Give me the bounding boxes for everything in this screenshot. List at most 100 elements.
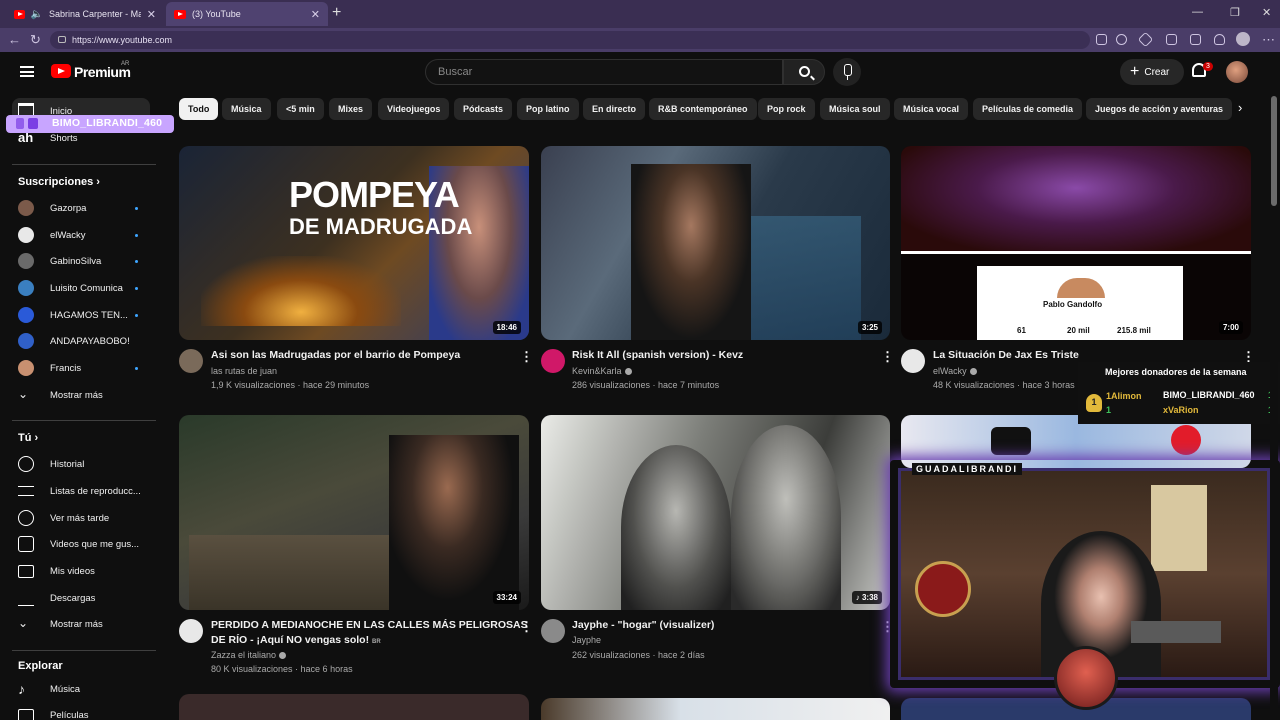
scrollbar-thumb[interactable] [1271, 96, 1277, 206]
chip-juegos-accion[interactable]: Juegos de acción y aventuras [1086, 98, 1233, 120]
channel-name[interactable]: Zazza el italiano [211, 648, 287, 663]
divider [12, 650, 156, 651]
sidebar-item-gazorpa[interactable]: Gazorpa [12, 195, 150, 221]
download-icon [18, 590, 34, 606]
create-button[interactable]: + Crear [1120, 59, 1184, 85]
chip-videojuegos[interactable]: Videojuegos [378, 98, 450, 120]
video-thumbnail[interactable] [179, 694, 529, 720]
account-avatar[interactable] [1226, 61, 1248, 83]
apps-icon[interactable] [1096, 34, 1107, 45]
sidebar-item-my-videos[interactable]: Mis videos [12, 558, 150, 584]
sidebar-item-movies[interactable]: Películas [12, 702, 150, 720]
channel-name[interactable]: Kevin&Karla [572, 364, 632, 379]
channel-avatar [18, 200, 34, 216]
video-title[interactable]: Asi son las Madrugadas por el barrio de … [211, 348, 460, 363]
video-title[interactable]: PERDIDO A MEDIANOCHE EN LAS CALLES MÁS P… [211, 618, 528, 650]
video-title[interactable]: Risk It All (spanish version) - Kevz [572, 348, 743, 363]
channel-name[interactable]: elWacky [933, 364, 977, 379]
channel-name[interactable]: las rutas de juan [211, 364, 277, 379]
browser-profile-avatar[interactable] [1236, 32, 1250, 46]
channel-avatar[interactable] [541, 349, 565, 373]
youtube-masthead: Premium AR Buscar + Crear 3 [4, 52, 1280, 92]
chip-mixes[interactable]: Mixes [329, 98, 373, 120]
close-tab-icon[interactable]: ✕ [147, 8, 156, 21]
sidebar-item-label: Música [50, 683, 81, 695]
sidebar-item-andapayabobo[interactable]: ANDAPAYABOBO! [12, 328, 150, 354]
you-heading[interactable]: Tú › [18, 432, 38, 444]
channel-avatar[interactable] [179, 349, 203, 373]
video-thumbnail[interactable] [541, 698, 890, 720]
watch-later-icon [18, 510, 34, 526]
favorite-star-icon[interactable] [1137, 31, 1154, 48]
browser-essentials-icon[interactable] [1214, 34, 1225, 45]
favorites-icon[interactable] [1190, 34, 1201, 45]
chip-rnb[interactable]: R&B contemporáneo [649, 98, 757, 120]
sidebar-item-label: Mis videos [50, 565, 95, 577]
sidebar-item-elwacky[interactable]: elWacky [12, 222, 150, 248]
channel-avatar[interactable] [541, 619, 565, 643]
music-icon: ♪ [855, 593, 860, 602]
video-thumbnail[interactable]: 33:24 [179, 415, 529, 610]
extensions-icon[interactable] [1166, 34, 1177, 45]
channel-name[interactable]: Jayphe [572, 633, 601, 648]
back-icon[interactable]: ← [8, 32, 21, 47]
more-actions-icon[interactable] [520, 349, 533, 365]
video-thumbnail[interactable]: Pablo Gandolfo 61 20 mil 215.8 mil 7:00 [901, 146, 1251, 340]
video-title[interactable]: Jayphe - "hogar" (visualizer) [572, 618, 714, 633]
menu-icon[interactable] [20, 66, 34, 77]
video-thumbnail[interactable]: ♪ 3:38 [541, 415, 890, 610]
my-videos-icon [18, 564, 34, 578]
search-input[interactable]: Buscar [425, 59, 783, 85]
new-tab-button[interactable]: + [332, 4, 341, 22]
chip-podcasts[interactable]: Pódcasts [454, 98, 513, 120]
voice-search-button[interactable] [833, 58, 861, 86]
subscriptions-heading[interactable]: Suscripciones › [18, 176, 100, 188]
chip-musica[interactable]: Música [222, 98, 271, 120]
chip-todo[interactable]: Todo [179, 98, 219, 120]
close-window-icon[interactable]: ✕ [1262, 6, 1271, 19]
sidebar-item-luisito-comunica[interactable]: Luisito Comunica [12, 275, 150, 301]
sidebar-item-hagamos-ten[interactable]: HAGAMOS TEN... [12, 302, 150, 328]
close-tab-icon[interactable]: ✕ [311, 8, 320, 21]
sidebar-item-downloads[interactable]: Descargas [12, 585, 150, 611]
chip-pop-latino[interactable]: Pop latino [517, 98, 579, 120]
channel-avatar[interactable] [901, 349, 925, 373]
more-actions-icon[interactable] [520, 619, 533, 635]
maximize-icon[interactable]: ❐ [1230, 6, 1240, 19]
sidebar-item-playlists[interactable]: Listas de reproducc... [12, 478, 150, 504]
chip-under-5-min[interactable]: <5 min [277, 98, 324, 120]
video-thumbnail[interactable]: POMPEYA DE MADRUGADA 18:46 [179, 146, 529, 340]
chip-en-directo[interactable]: En directo [583, 98, 646, 120]
site-info-icon[interactable] [58, 36, 66, 43]
browser-tab-music[interactable]: 🔈 Sabrina Carpenter - Manchild ✕ [6, 2, 164, 26]
youtube-logo-icon[interactable] [51, 64, 71, 78]
sidebar-show-more-you[interactable]: ⌄ Mostrar más [12, 611, 150, 637]
search-button[interactable] [783, 59, 825, 85]
reload-icon[interactable]: ↻ [30, 32, 41, 48]
sidebar-show-more-subs[interactable]: ⌄ Mostrar más [12, 382, 150, 408]
sidebar-item-watch-later[interactable]: Ver más tarde [12, 505, 150, 531]
chip-musica-soul[interactable]: Música soul [820, 98, 890, 120]
sidebar-item-francis[interactable]: Francis [12, 355, 150, 381]
sidebar-item-music[interactable]: ♪ Música [12, 676, 150, 702]
video-thumbnail[interactable]: 3:25 [541, 146, 890, 340]
sidebar-item-gabinosilva[interactable]: GabinoSilva [12, 248, 150, 274]
new-content-dot [135, 366, 138, 370]
sidebar-item-liked-videos[interactable]: Videos que me gus... [12, 531, 150, 557]
more-actions-icon[interactable] [881, 349, 894, 365]
minimize-icon[interactable]: — [1192, 6, 1203, 18]
read-aloud-icon[interactable] [1116, 34, 1127, 45]
chips-next-icon[interactable]: › [1238, 100, 1242, 115]
chip-musica-vocal[interactable]: Música vocal [894, 98, 969, 120]
chip-pop-rock[interactable]: Pop rock [758, 98, 815, 120]
rank-medal-icon: 1 [1086, 394, 1102, 412]
chip-peliculas-comedia[interactable]: Películas de comedia [973, 98, 1083, 120]
browser-tab-youtube[interactable]: (3) YouTube ✕ [166, 2, 328, 26]
donor-name: xVaRion [1163, 405, 1199, 415]
more-actions-icon[interactable] [881, 619, 894, 635]
video-title[interactable]: La Situación De Jax Es Triste [933, 348, 1079, 363]
channel-avatar[interactable] [179, 619, 203, 643]
url-field[interactable]: https://www.youtube.com [50, 31, 1090, 49]
browser-menu-icon[interactable]: ⋯ [1262, 32, 1275, 48]
sidebar-item-history[interactable]: Historial [12, 451, 150, 477]
